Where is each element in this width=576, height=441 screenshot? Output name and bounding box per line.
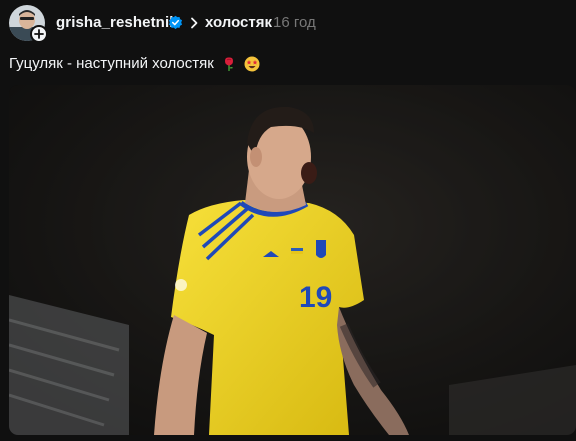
plus-icon	[34, 29, 44, 39]
post-caption: Гуцуляк - наступний холостяк	[9, 55, 260, 72]
topic-tag-link[interactable]: холостяк	[205, 14, 272, 31]
rose-emoji	[224, 56, 233, 71]
thread-post: grisha_reshetnik холостяк 16 год Гуцуляк…	[0, 0, 576, 441]
caption-text: Гуцуляк - наступний холостяк	[9, 55, 214, 72]
post-timestamp: 16 год	[273, 14, 316, 31]
post-photo[interactable]: 19	[9, 85, 576, 435]
star-struck-emoji	[244, 56, 260, 71]
shirt-number: 19	[299, 281, 332, 314]
post-header: grisha_reshetnik холостяк 16 год	[0, 0, 576, 48]
follow-button[interactable]	[30, 25, 48, 43]
username-link[interactable]: grisha_reshetnik	[56, 14, 178, 31]
verified-badge-icon	[168, 15, 183, 30]
chevron-right-icon	[191, 17, 198, 29]
